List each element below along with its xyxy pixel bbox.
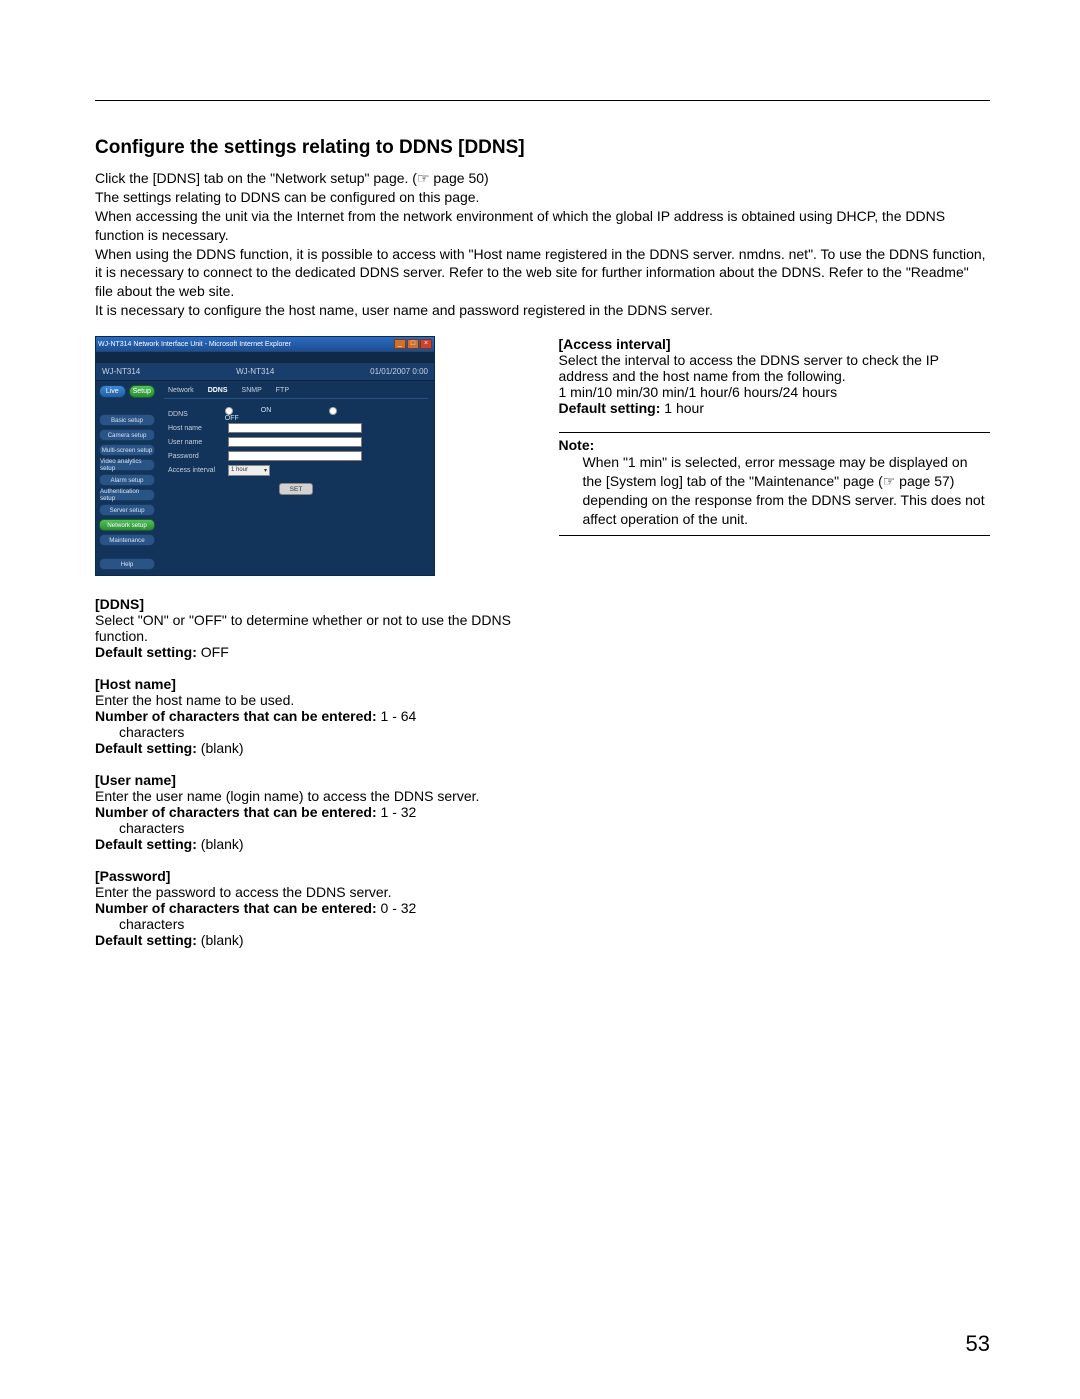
section-password: [Password] Enter the password to access …	[95, 868, 527, 948]
default-value: (blank)	[197, 932, 244, 948]
browser-toolbar	[96, 351, 434, 363]
form-label-host: Host name	[168, 425, 228, 432]
default-value: 1 hour	[660, 400, 704, 416]
form-label-user: User name	[168, 439, 228, 446]
chevron-down-icon: ▾	[264, 467, 267, 474]
numchar-unit: characters	[95, 916, 527, 932]
intro-block: Click the [DDNS] tab on the "Network set…	[95, 169, 990, 320]
default-label: Default setting:	[95, 644, 197, 660]
password-input[interactable]	[228, 451, 362, 461]
sidebar-item-network[interactable]: Network setup	[99, 519, 155, 531]
numchar-value: 1 - 32	[377, 804, 417, 820]
numchar-unit: characters	[95, 724, 527, 740]
sidebar: Live Setup Basic setup Camera setup Mult…	[96, 381, 158, 575]
setup-button[interactable]: Setup	[129, 385, 156, 398]
window-titlebar: WJ-NT314 Network Interface Unit - Micros…	[96, 337, 434, 351]
section-body: Select "ON" or "OFF" to determine whethe…	[95, 612, 527, 644]
default-label: Default setting:	[95, 836, 197, 852]
section-head: [User name]	[95, 772, 527, 788]
section-body: Select the interval to access the DDNS s…	[559, 352, 991, 384]
brand-left: WJ-NT314	[102, 367, 140, 376]
radio-on[interactable]	[225, 407, 233, 415]
access-interval-select[interactable]: 1 hour ▾	[228, 465, 270, 476]
maximize-icon[interactable]: □	[407, 339, 419, 349]
intro-line: When accessing the unit via the Internet…	[95, 207, 990, 245]
tab-snmp[interactable]: SNMP	[242, 387, 262, 394]
minimize-icon[interactable]: _	[394, 339, 406, 349]
sidebar-item-server[interactable]: Server setup	[99, 504, 155, 516]
section-head: [DDNS]	[95, 596, 527, 612]
tab-network[interactable]: Network	[168, 387, 194, 394]
access-interval-value: 1 hour	[231, 467, 248, 473]
live-button[interactable]: Live	[99, 385, 126, 398]
sidebar-item-basic[interactable]: Basic setup	[99, 414, 155, 426]
sidebar-item-multiscreen[interactable]: Multi-screen setup	[99, 444, 155, 456]
screenshot: WJ-NT314 Network Interface Unit - Micros…	[95, 336, 435, 574]
intro-line: Click the [DDNS] tab on the "Network set…	[95, 169, 990, 188]
numchar-value: 1 - 64	[377, 708, 417, 724]
header-datetime: 01/01/2007 0:00	[370, 367, 428, 376]
tab-ftp[interactable]: FTP	[276, 387, 289, 394]
sidebar-item-alarm[interactable]: Alarm setup	[99, 474, 155, 486]
window-title: WJ-NT314 Network Interface Unit - Micros…	[98, 341, 291, 348]
section-username: [User name] Enter the user name (login n…	[95, 772, 527, 852]
sidebar-item-camera[interactable]: Camera setup	[99, 429, 155, 441]
app-header: WJ-NT314 WJ-NT314 01/01/2007 0:00	[96, 363, 434, 381]
note-header: Note:	[559, 437, 991, 453]
default-value: (blank)	[197, 740, 244, 756]
left-column: WJ-NT314 Network Interface Unit - Micros…	[95, 336, 527, 964]
main-panel: Network DDNS SNMP FTP DDNS ON	[158, 381, 434, 575]
default-label: Default setting:	[95, 932, 197, 948]
page-number: 53	[966, 1331, 990, 1357]
numchar-value: 0 - 32	[377, 900, 417, 916]
numchar-label: Number of characters that can be entered…	[95, 708, 377, 724]
radio-off-label: OFF	[225, 415, 239, 422]
note-body: When "1 min" is selected, error message …	[559, 453, 991, 529]
section-head: [Password]	[95, 868, 527, 884]
section-body: Enter the user name (login name) to acce…	[95, 788, 527, 804]
sidebar-item-maintenance[interactable]: Maintenance	[99, 534, 155, 546]
default-label: Default setting:	[95, 740, 197, 756]
sidebar-item-authentication[interactable]: Authentication setup	[99, 489, 155, 501]
user-name-input[interactable]	[228, 437, 362, 447]
numchar-label: Number of characters that can be entered…	[95, 804, 377, 820]
section-ddns: [DDNS] Select "ON" or "OFF" to determine…	[95, 596, 527, 660]
section-head: [Access interval]	[559, 336, 991, 352]
set-button[interactable]: SET	[279, 483, 313, 495]
tab-row: Network DDNS SNMP FTP	[164, 385, 428, 399]
section-head: [Host name]	[95, 676, 527, 692]
section-access-interval: [Access interval] Select the interval to…	[559, 336, 991, 416]
form-label-password: Password	[168, 453, 228, 460]
host-name-input[interactable]	[228, 423, 362, 433]
numchar-unit: characters	[95, 820, 527, 836]
intro-line: When using the DDNS function, it is poss…	[95, 245, 990, 302]
close-icon[interactable]: ×	[420, 339, 432, 349]
sidebar-item-video-analytics[interactable]: Video analytics setup	[99, 459, 155, 471]
radio-off[interactable]	[329, 407, 337, 415]
top-horizontal-rule	[95, 100, 990, 101]
radio-on-label: ON	[261, 407, 272, 414]
intro-line: It is necessary to configure the host na…	[95, 301, 990, 320]
section-hostname: [Host name] Enter the host name to be us…	[95, 676, 527, 756]
default-value: OFF	[197, 644, 229, 660]
sidebar-item-help[interactable]: Help	[99, 558, 155, 570]
default-label: Default setting:	[559, 400, 661, 416]
numchar-label: Number of characters that can be entered…	[95, 900, 377, 916]
form-label-ddns: DDNS	[168, 411, 225, 418]
intro-line: The settings relating to DDNS can be con…	[95, 188, 990, 207]
default-value: (blank)	[197, 836, 244, 852]
note-box: Note: When "1 min" is selected, error me…	[559, 432, 991, 536]
form-label-interval: Access interval	[168, 467, 228, 474]
section-body: Enter the host name to be used.	[95, 692, 527, 708]
section-heading: Configure the settings relating to DDNS …	[95, 137, 990, 159]
section-body: 1 min/10 min/30 min/1 hour/6 hours/24 ho…	[559, 384, 991, 400]
section-body: Enter the password to access the DDNS se…	[95, 884, 527, 900]
tab-ddns[interactable]: DDNS	[208, 387, 228, 394]
brand-right: WJ-NT314	[236, 367, 274, 376]
right-column: [Access interval] Select the interval to…	[559, 336, 991, 964]
